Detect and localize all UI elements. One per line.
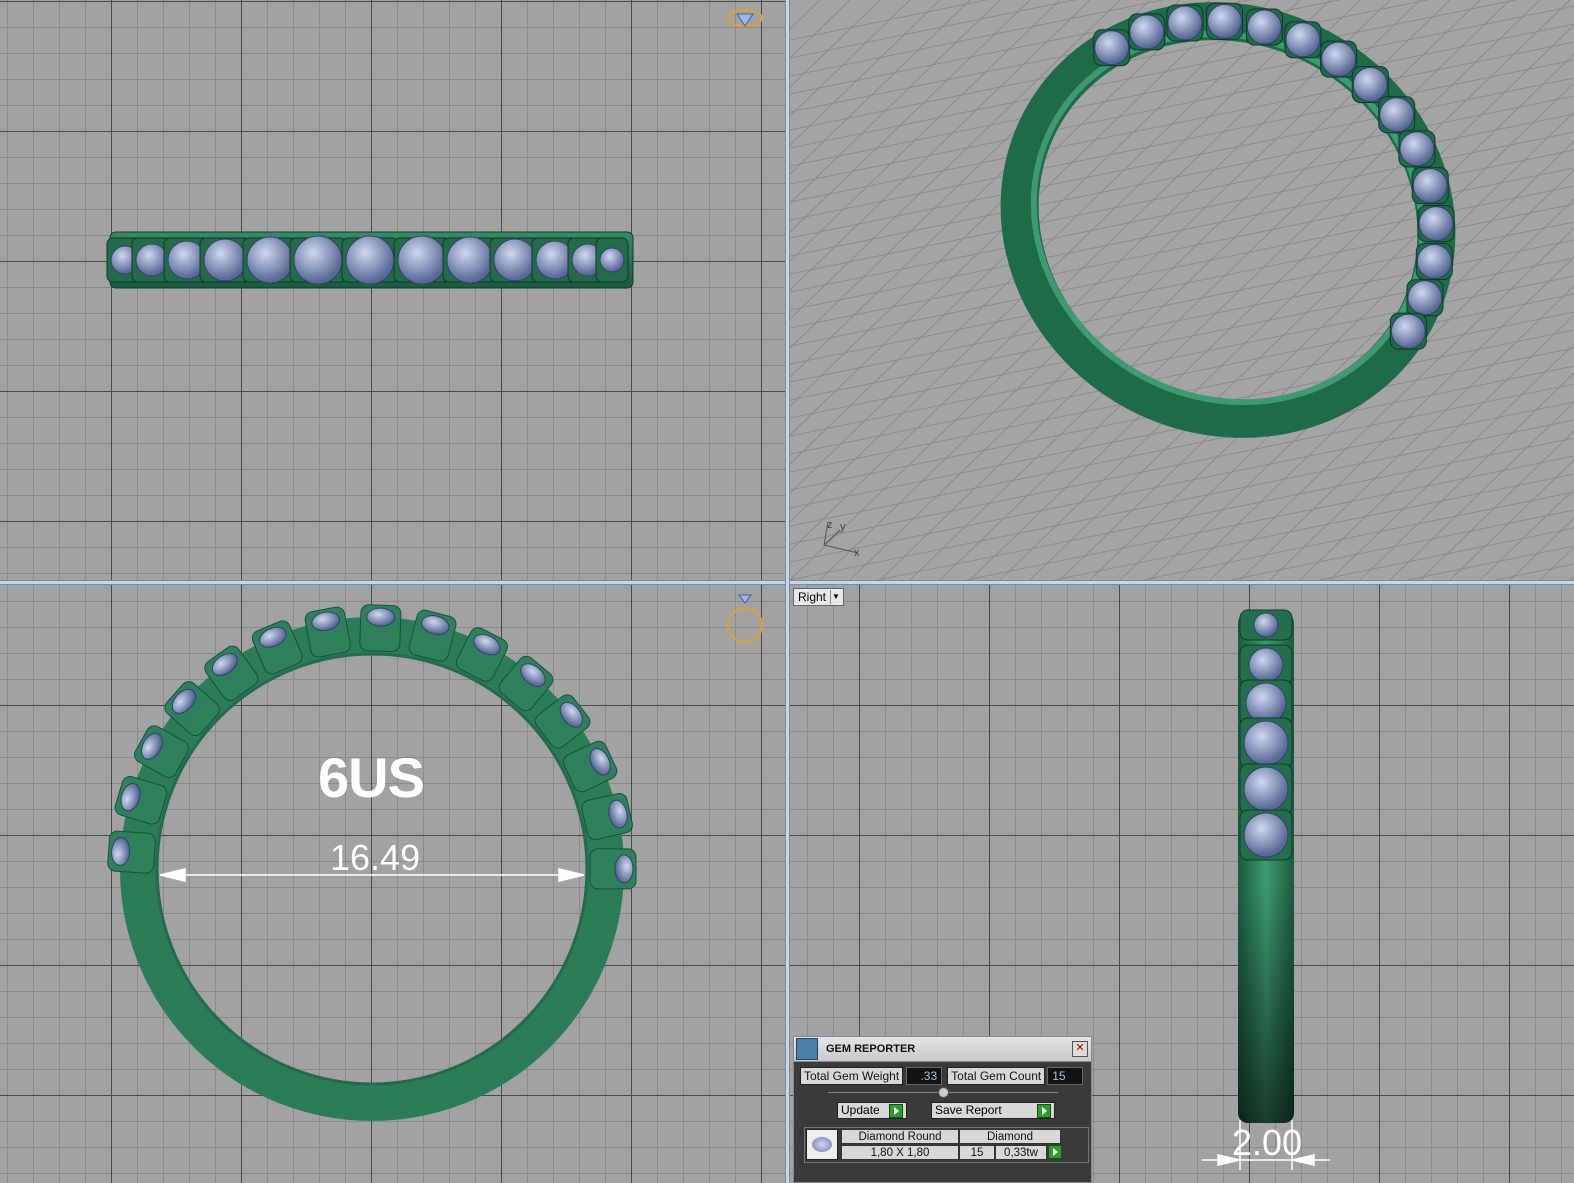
axis-y-label: y bbox=[840, 521, 846, 533]
gem-stone bbox=[1245, 682, 1287, 724]
inner-diameter-label: 16.49 bbox=[330, 837, 421, 878]
gem-stone bbox=[1243, 812, 1289, 858]
gem-stone bbox=[493, 238, 537, 282]
gem-stone bbox=[1167, 5, 1203, 41]
gem-stone bbox=[1407, 280, 1443, 316]
viewport-top[interactable] bbox=[0, 0, 785, 580]
gem-stone bbox=[1248, 647, 1284, 683]
gem-stone bbox=[1390, 313, 1426, 349]
gem-stone bbox=[1246, 9, 1282, 45]
gem-reporter-titlebar[interactable]: GEM REPORTER ✕ bbox=[794, 1037, 1091, 1062]
viewport-view-selector[interactable]: Right ▼ bbox=[793, 588, 845, 606]
gem-reporter-panel: GEM REPORTER ✕ Total Gem Weight .33 Tota… bbox=[793, 1036, 1092, 1183]
gem-shape-cell: Diamond Round bbox=[841, 1129, 959, 1144]
gem-stone bbox=[1418, 206, 1454, 242]
update-button-label: Update bbox=[841, 1103, 880, 1117]
gem-size-cell: 1,80 X 1,80 bbox=[841, 1145, 959, 1160]
total-gem-count-label: Total Gem Count bbox=[947, 1067, 1046, 1085]
gem-stone bbox=[1399, 131, 1435, 167]
gem-material-cell: Diamond bbox=[959, 1129, 1061, 1144]
gem-stone bbox=[1207, 3, 1243, 39]
save-report-button[interactable]: Save Report bbox=[931, 1102, 1055, 1119]
gem-stone bbox=[1129, 14, 1165, 50]
gem-stone bbox=[345, 235, 395, 285]
save-report-button-label: Save Report bbox=[935, 1103, 1002, 1117]
total-gem-count-value: 15 bbox=[1047, 1067, 1084, 1085]
gem-stone bbox=[203, 238, 247, 282]
viewport-label: Right bbox=[798, 590, 827, 604]
gem-stone bbox=[1379, 97, 1415, 133]
close-icon[interactable]: ✕ bbox=[1072, 1041, 1088, 1057]
gem-stone bbox=[135, 243, 169, 277]
play-icon[interactable] bbox=[1048, 1145, 1062, 1159]
gem-stone bbox=[1094, 30, 1130, 66]
gem-table: Diamond Round Diamond 1,80 X 1,80 15 0,3… bbox=[804, 1127, 1089, 1163]
gem-stone bbox=[246, 236, 294, 284]
viewport-front[interactable]: 6US 16.49 bbox=[0, 585, 785, 1183]
gem-stone bbox=[1253, 612, 1279, 638]
gem-stone bbox=[1243, 766, 1289, 812]
gem-reporter-title: GEM REPORTER bbox=[826, 1043, 916, 1055]
total-gem-weight-value: .33 bbox=[906, 1067, 943, 1085]
slider-handle[interactable] bbox=[938, 1087, 949, 1098]
gem-stone bbox=[599, 247, 625, 273]
play-icon bbox=[1037, 1103, 1051, 1118]
diamond-round-icon bbox=[806, 1129, 838, 1160]
gem-stone bbox=[614, 854, 634, 884]
gem-stone bbox=[293, 235, 343, 285]
gem-weight-cell: 0,33tw bbox=[995, 1145, 1047, 1160]
gem-count-cell: 15 bbox=[959, 1145, 995, 1160]
perspective-grid: z y x bbox=[790, 0, 1574, 580]
gem-stone bbox=[397, 235, 447, 285]
gem-stone bbox=[446, 236, 494, 284]
ring-front-view bbox=[107, 594, 763, 1121]
total-gem-weight-label: Total Gem Weight bbox=[800, 1067, 904, 1085]
chevron-down-icon[interactable]: ▼ bbox=[830, 590, 841, 604]
ring-logo-icon bbox=[727, 9, 763, 27]
ring-top-view bbox=[106, 9, 763, 289]
viewport-splitter-vertical[interactable] bbox=[785, 0, 790, 1183]
gem-stone bbox=[1243, 720, 1289, 766]
ring-size-label: 6US bbox=[318, 746, 425, 809]
band-width-label: 2.00 bbox=[1232, 1122, 1303, 1163]
gem-reporter-icon bbox=[796, 1038, 818, 1060]
gem-stone bbox=[1352, 66, 1388, 102]
axis-z-label: z bbox=[827, 519, 833, 531]
axis-x-label: x bbox=[854, 547, 860, 559]
viewport-perspective[interactable]: z y x bbox=[790, 0, 1574, 580]
gem-stone bbox=[1416, 243, 1452, 279]
play-icon bbox=[889, 1103, 903, 1118]
gem-stone bbox=[1285, 22, 1321, 58]
gem-stone bbox=[1412, 168, 1448, 204]
ring-indicator-icon bbox=[727, 594, 763, 643]
update-button[interactable]: Update bbox=[837, 1102, 907, 1119]
gem-stone bbox=[366, 607, 396, 627]
ring-perspective-view bbox=[1000, 2, 1456, 438]
gem-stone bbox=[1321, 41, 1357, 77]
gem-row bbox=[106, 235, 629, 285]
